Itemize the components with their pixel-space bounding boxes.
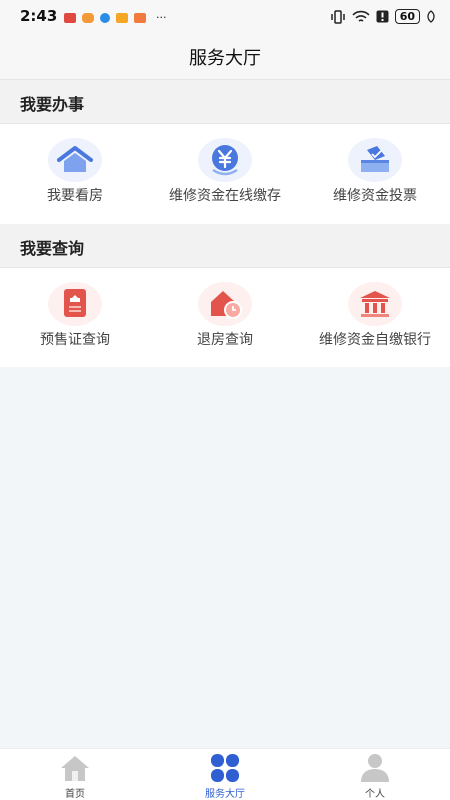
notification-shop-icon — [134, 12, 146, 23]
leaf-icon — [427, 10, 435, 23]
tab-label: 服务大厅 — [205, 789, 245, 800]
item-label: 维修资金自缴银行 — [319, 332, 431, 348]
fund-payment-button[interactable]: 维修资金在线缴存 — [150, 124, 300, 224]
section-header-query: 我要查询 — [0, 224, 450, 268]
user-icon — [359, 753, 391, 783]
grid-clover-icon — [209, 753, 241, 783]
home-icon — [59, 753, 91, 783]
status-time: 2:43 — [20, 7, 58, 25]
fund-bank-button[interactable]: 维修资金自缴银行 — [300, 268, 450, 368]
checkout-query-button[interactable]: 退房查询 — [150, 268, 300, 368]
query-grid: 预售证查询 退房查询 维修资金自缴银行 — [0, 268, 450, 367]
notification-store-icon — [116, 12, 128, 23]
section-title: 我要办事 — [20, 95, 85, 114]
bottom-tab-bar: 首页 服务大厅 个人 — [0, 748, 450, 800]
vibrate-icon — [330, 9, 345, 24]
tab-label: 个人 — [365, 789, 385, 800]
status-indicators: 60 — [330, 9, 436, 24]
view-house-button[interactable]: 我要看房 — [0, 124, 150, 224]
vote-box-icon — [348, 138, 402, 182]
item-label: 预售证查询 — [40, 332, 110, 348]
tab-profile[interactable]: 个人 — [300, 749, 450, 800]
notification-message-icon — [82, 12, 94, 23]
more-notifications-icon: ··· — [156, 11, 167, 24]
notification-app-icon — [64, 12, 76, 23]
title-bar: 服务大厅 — [0, 34, 450, 80]
yuan-coin-icon — [198, 138, 252, 182]
house-clock-icon — [198, 282, 252, 326]
tab-label: 首页 — [65, 789, 85, 800]
business-grid: 我要看房 维修资金在线缴存 维修资金投票 — [0, 124, 450, 224]
section-title: 我要查询 — [20, 239, 85, 258]
item-label: 我要看房 — [47, 188, 103, 204]
page-title: 服务大厅 — [189, 47, 261, 69]
notification-icons: ··· — [64, 11, 167, 24]
fund-vote-button[interactable]: 维修资金投票 — [300, 124, 450, 224]
presale-cert-query-button[interactable]: 预售证查询 — [0, 268, 150, 368]
battery-indicator: 60 — [394, 9, 420, 24]
status-bar: 2:43 ··· 60 — [0, 0, 450, 34]
bank-icon — [348, 282, 402, 326]
item-label: 维修资金投票 — [333, 188, 417, 204]
house-icon — [48, 138, 102, 182]
item-label: 退房查询 — [197, 332, 253, 348]
tab-service-hall[interactable]: 服务大厅 — [150, 749, 300, 800]
section-header-business: 我要办事 — [0, 80, 450, 124]
notification-browser-icon — [100, 12, 110, 23]
certificate-icon — [48, 282, 102, 326]
tab-home[interactable]: 首页 — [0, 749, 150, 800]
item-label: 维修资金在线缴存 — [169, 188, 281, 204]
alert-icon — [376, 10, 389, 23]
wifi-icon — [352, 10, 370, 22]
